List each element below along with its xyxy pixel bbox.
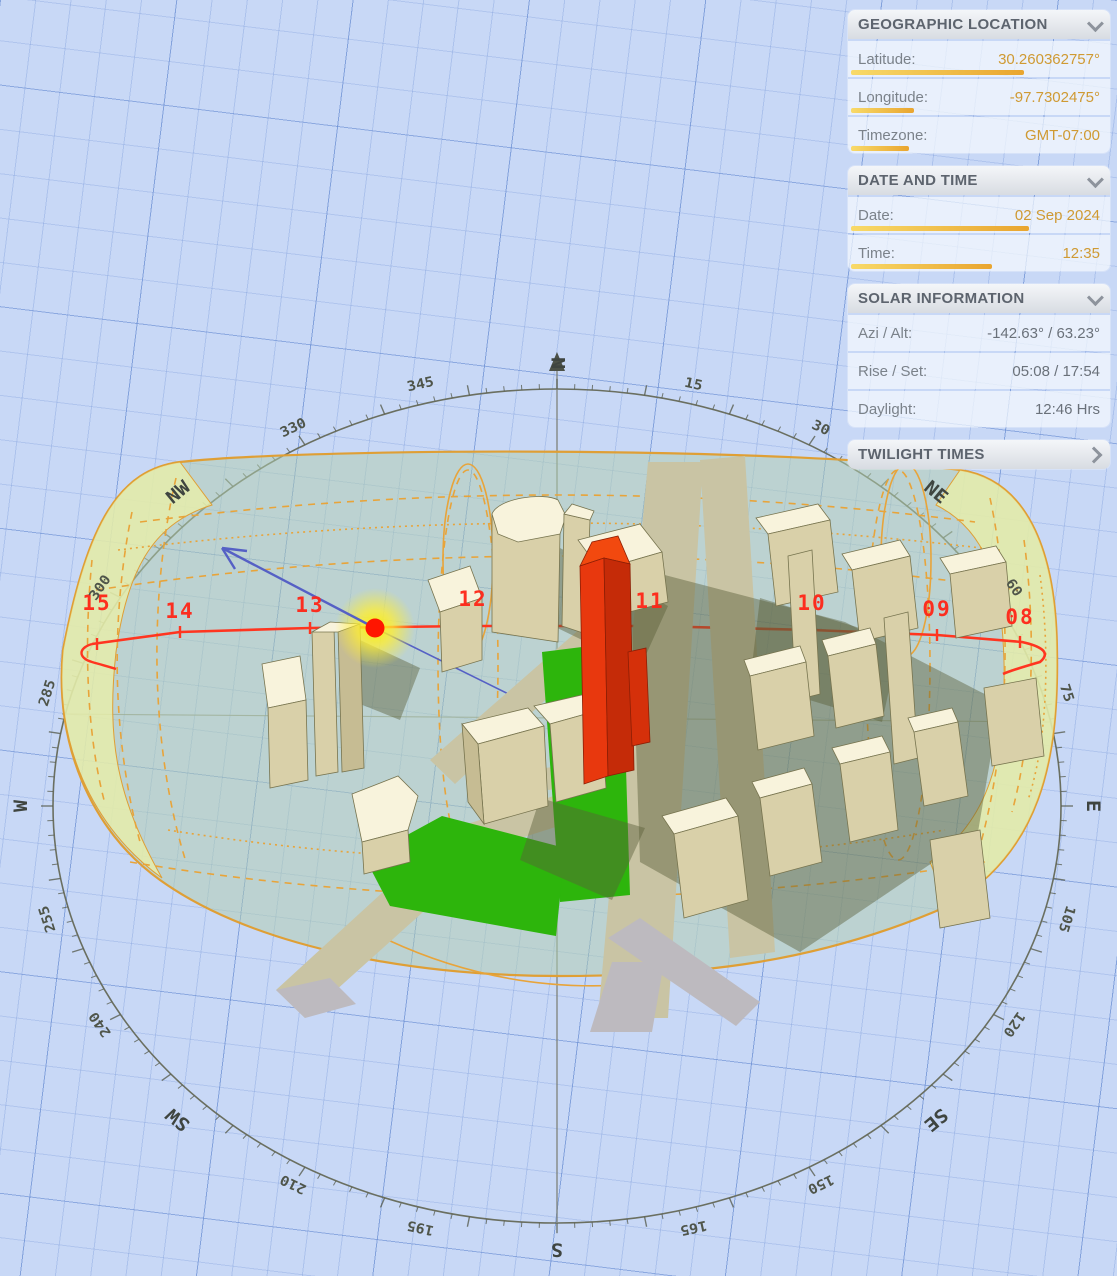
compass-label-330: 330 [278, 416, 309, 442]
row-value: -142.63° / 63.23° [987, 325, 1100, 342]
panel-row-azialt: Azi / Alt: -142.63° / 63.23° [848, 315, 1110, 351]
compass-label-15: 15 [683, 375, 704, 394]
hour-label-13: 13 [295, 593, 324, 617]
row-label: Time: [858, 245, 895, 262]
panel-section-twilight: TWILIGHT TIMES [848, 440, 1110, 469]
sun-path-3d-viewport[interactable]: 1514131211100908 N1530NE6075E105120SE150… [0, 0, 1117, 1276]
compass-label-195: 195 [406, 1217, 436, 1238]
compass-label-w: W [10, 800, 32, 812]
compass-label-120: 120 [1000, 1009, 1028, 1040]
value-slider-bar[interactable] [851, 70, 1024, 75]
compass-label-sw: SW [161, 1103, 194, 1136]
compass-label-n: N [547, 357, 569, 369]
hour-label-11: 11 [635, 589, 664, 613]
compass-label-105: 105 [1055, 904, 1078, 934]
value-slider-bar[interactable] [851, 226, 1029, 231]
compass-label-345: 345 [406, 374, 436, 395]
value-slider-bar[interactable] [851, 264, 992, 269]
section-title: GEOGRAPHIC LOCATION [858, 16, 1048, 33]
compass-label-e: E [1082, 800, 1104, 812]
chevron-down-icon [1087, 289, 1104, 306]
hour-label-08: 08 [1005, 605, 1034, 629]
panel-row-longitude[interactable]: Longitude: -97.7302475° [848, 79, 1110, 115]
compass-label-se: SE [920, 1104, 953, 1136]
panel-row-time[interactable]: Time: 12:35 [848, 235, 1110, 271]
section-header-twilight[interactable]: TWILIGHT TIMES [848, 440, 1110, 469]
row-label: Timezone: [858, 127, 927, 144]
section-title: TWILIGHT TIMES [858, 446, 985, 463]
control-panel: GEOGRAPHIC LOCATION Latitude: 30.260362757… [848, 10, 1110, 482]
section-header-datetime[interactable]: DATE AND TIME [848, 166, 1110, 195]
row-label: Azi / Alt: [858, 325, 912, 342]
section-title: SOLAR INFORMATION [858, 290, 1024, 307]
value-slider-bar[interactable] [851, 108, 914, 113]
row-label: Longitude: [858, 89, 928, 106]
hour-label-09: 09 [922, 597, 951, 621]
row-label: Latitude: [858, 51, 916, 68]
compass-label-285: 285 [36, 678, 59, 708]
panel-row-riseset: Rise / Set: 05:08 / 17:54 [848, 353, 1110, 389]
compass-label-75: 75 [1056, 682, 1076, 704]
chevron-down-icon [1087, 15, 1104, 32]
row-label: Rise / Set: [858, 363, 927, 380]
row-label: Daylight: [858, 401, 916, 418]
compass-label-s: S [551, 1239, 563, 1261]
row-value: 12:46 Hrs [1035, 401, 1100, 418]
section-header-geo[interactable]: GEOGRAPHIC LOCATION [848, 10, 1110, 39]
row-value[interactable]: 30.260362757° [998, 51, 1100, 68]
row-value[interactable]: -97.7302475° [1010, 89, 1100, 106]
panel-section-datetime: DATE AND TIME Date: 02 Sep 2024 Time: 12:35 [848, 166, 1110, 271]
panel-row-latitude[interactable]: Latitude: 30.260362757° [848, 41, 1110, 77]
row-value[interactable]: GMT-07:00 [1025, 127, 1100, 144]
panel-section-solar: SOLAR INFORMATION Azi / Alt: -142.63° / 63… [848, 284, 1110, 427]
panel-row-timezone[interactable]: Timezone: GMT-07:00 [848, 117, 1110, 153]
value-slider-bar[interactable] [851, 146, 909, 151]
row-value[interactable]: 12:35 [1062, 245, 1100, 262]
section-title: DATE AND TIME [858, 172, 978, 189]
section-header-solar[interactable]: SOLAR INFORMATION [848, 284, 1110, 313]
sun-marker[interactable] [366, 619, 385, 638]
hour-label-12: 12 [458, 587, 487, 611]
compass-label-210: 210 [278, 1171, 309, 1197]
row-value[interactable]: 02 Sep 2024 [1015, 207, 1100, 224]
panel-row-date[interactable]: Date: 02 Sep 2024 [848, 197, 1110, 233]
hour-label-14: 14 [165, 599, 194, 623]
hour-label-10: 10 [797, 591, 826, 615]
compass-label-240: 240 [86, 1009, 114, 1040]
compass-label-30: 30 [809, 417, 832, 439]
row-label: Date: [858, 207, 894, 224]
compass-label-150: 150 [805, 1171, 836, 1197]
row-value: 05:08 / 17:54 [1012, 363, 1100, 380]
chevron-right-icon [1086, 446, 1103, 463]
compass-label-255: 255 [36, 904, 59, 934]
compass-label-165: 165 [679, 1217, 709, 1238]
panel-row-daylight: Daylight: 12:46 Hrs [848, 391, 1110, 427]
chevron-down-icon [1087, 171, 1104, 188]
panel-section-geo: GEOGRAPHIC LOCATION Latitude: 30.260362757… [848, 10, 1110, 153]
